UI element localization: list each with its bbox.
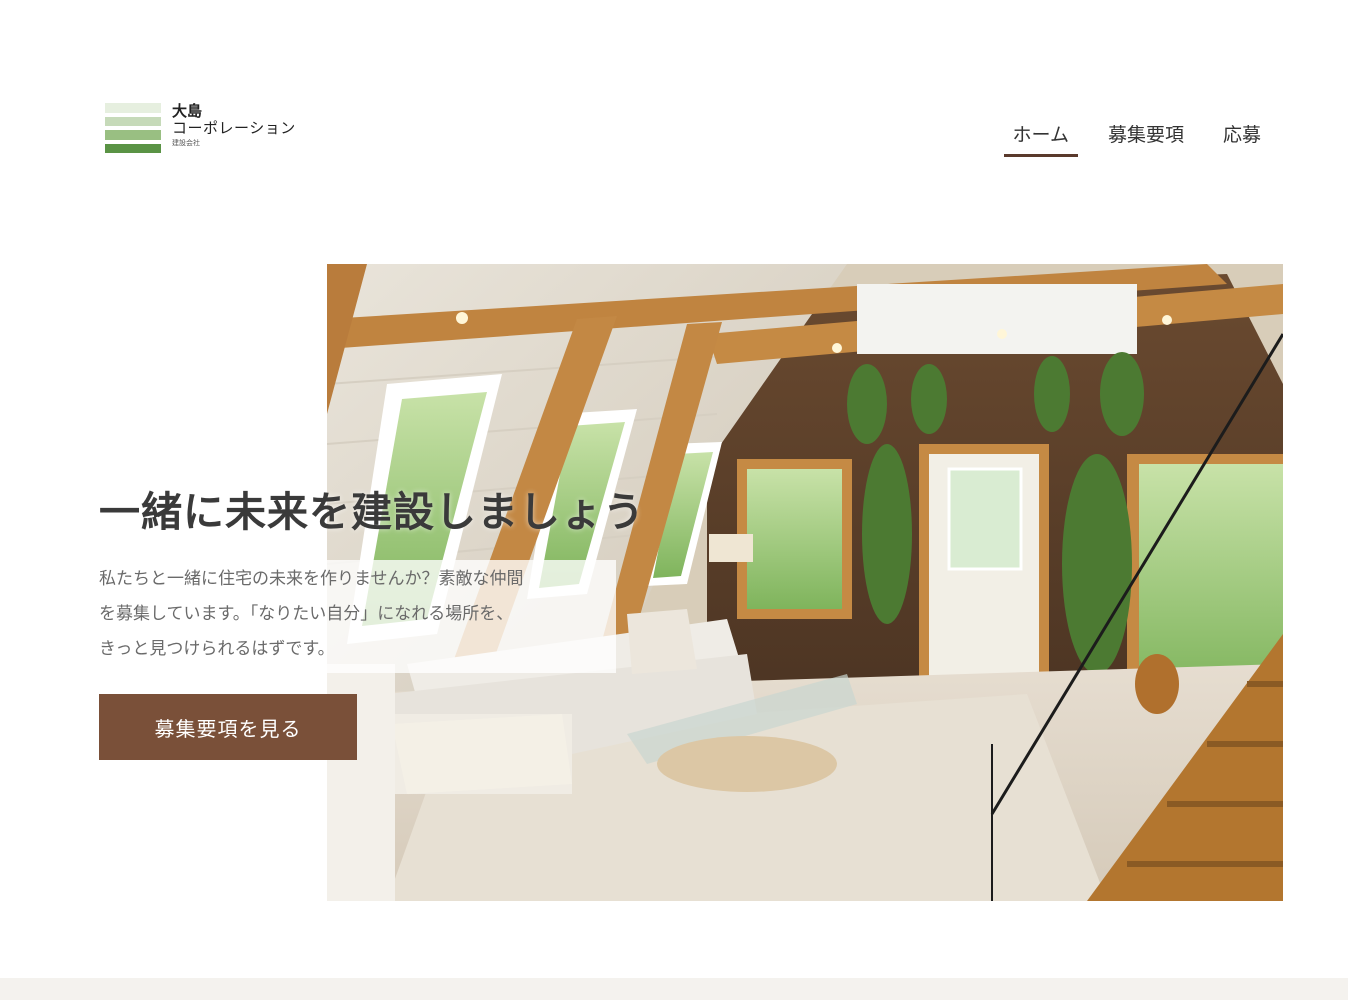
nav-home[interactable]: ホーム <box>1003 116 1079 157</box>
nav-recruitment-guidelines[interactable]: 募集要項 <box>1099 116 1193 155</box>
main-nav: ホーム 募集要項 応募 <box>983 116 1270 157</box>
hero-title: 一緒に未来を建設しましょう <box>99 488 645 536</box>
hero-description-line: を募集しています。「なりたい自分」になれる場所を、 <box>99 604 514 624</box>
nav-apply[interactable]: 応募 <box>1214 116 1270 155</box>
view-guidelines-button[interactable]: 募集要項を見る <box>99 694 357 760</box>
hero-description-line: きっと見つけられるはずです。 <box>99 639 335 659</box>
hero-description-line: 私たちと一緒に住宅の未来を作りませんか？素敵な仲間 <box>99 569 524 589</box>
next-section-strip <box>0 978 1348 1000</box>
hero-description: 私たちと一緒に住宅の未来を作りませんか？素敵な仲間 を募集しています。「なりたい… <box>99 560 616 673</box>
logo-text: 大島 コーポレーション 建設会社 <box>172 103 296 149</box>
logo-name-line1: 大島 <box>172 102 203 120</box>
logo-tagline: 建設会社 <box>172 139 200 147</box>
logo-name-line2: コーポレーション <box>172 119 296 137</box>
logo-mark-icon <box>105 103 161 153</box>
company-logo[interactable]: 大島 コーポレーション 建設会社 <box>105 103 296 153</box>
